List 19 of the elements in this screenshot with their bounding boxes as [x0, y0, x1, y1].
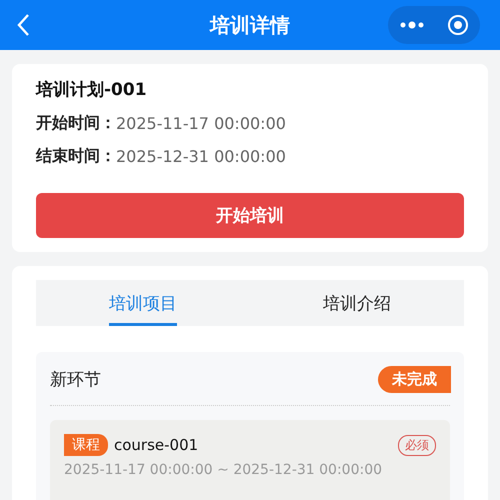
- page-title: 培训详情: [210, 12, 290, 38]
- course-name: course-001: [114, 436, 200, 454]
- start-training-button[interactable]: 开始培训: [36, 193, 464, 238]
- capsule-menu[interactable]: [388, 6, 480, 44]
- tab[interactable]: 培训项目: [36, 280, 250, 326]
- back-icon[interactable]: [16, 13, 30, 37]
- course-period: 2025-11-17 00:00:00 ~ 2025-12-31 00:00:00: [64, 462, 384, 478]
- tab[interactable]: 培训介绍: [250, 280, 464, 326]
- field-label: 结束时间：: [36, 146, 116, 167]
- required-badge: 必须: [398, 434, 436, 456]
- field-label: 开始时间：: [36, 113, 116, 134]
- plan-title: 培训计划-001: [34, 79, 148, 101]
- status-badge: 未完成: [378, 366, 451, 393]
- section-title: 新环节: [50, 369, 101, 391]
- course-item[interactable]: 课程 course-001 必须 2025-11-17 00:00:00 ~ 2025-12-31 00:00:00: [50, 420, 450, 500]
- course-tag: 课程: [64, 434, 108, 456]
- more-icon[interactable]: [399, 20, 425, 30]
- field-value: 2025-11-17 00:00:00: [116, 114, 286, 133]
- field-value: 2025-12-31 00:00:00: [116, 147, 286, 166]
